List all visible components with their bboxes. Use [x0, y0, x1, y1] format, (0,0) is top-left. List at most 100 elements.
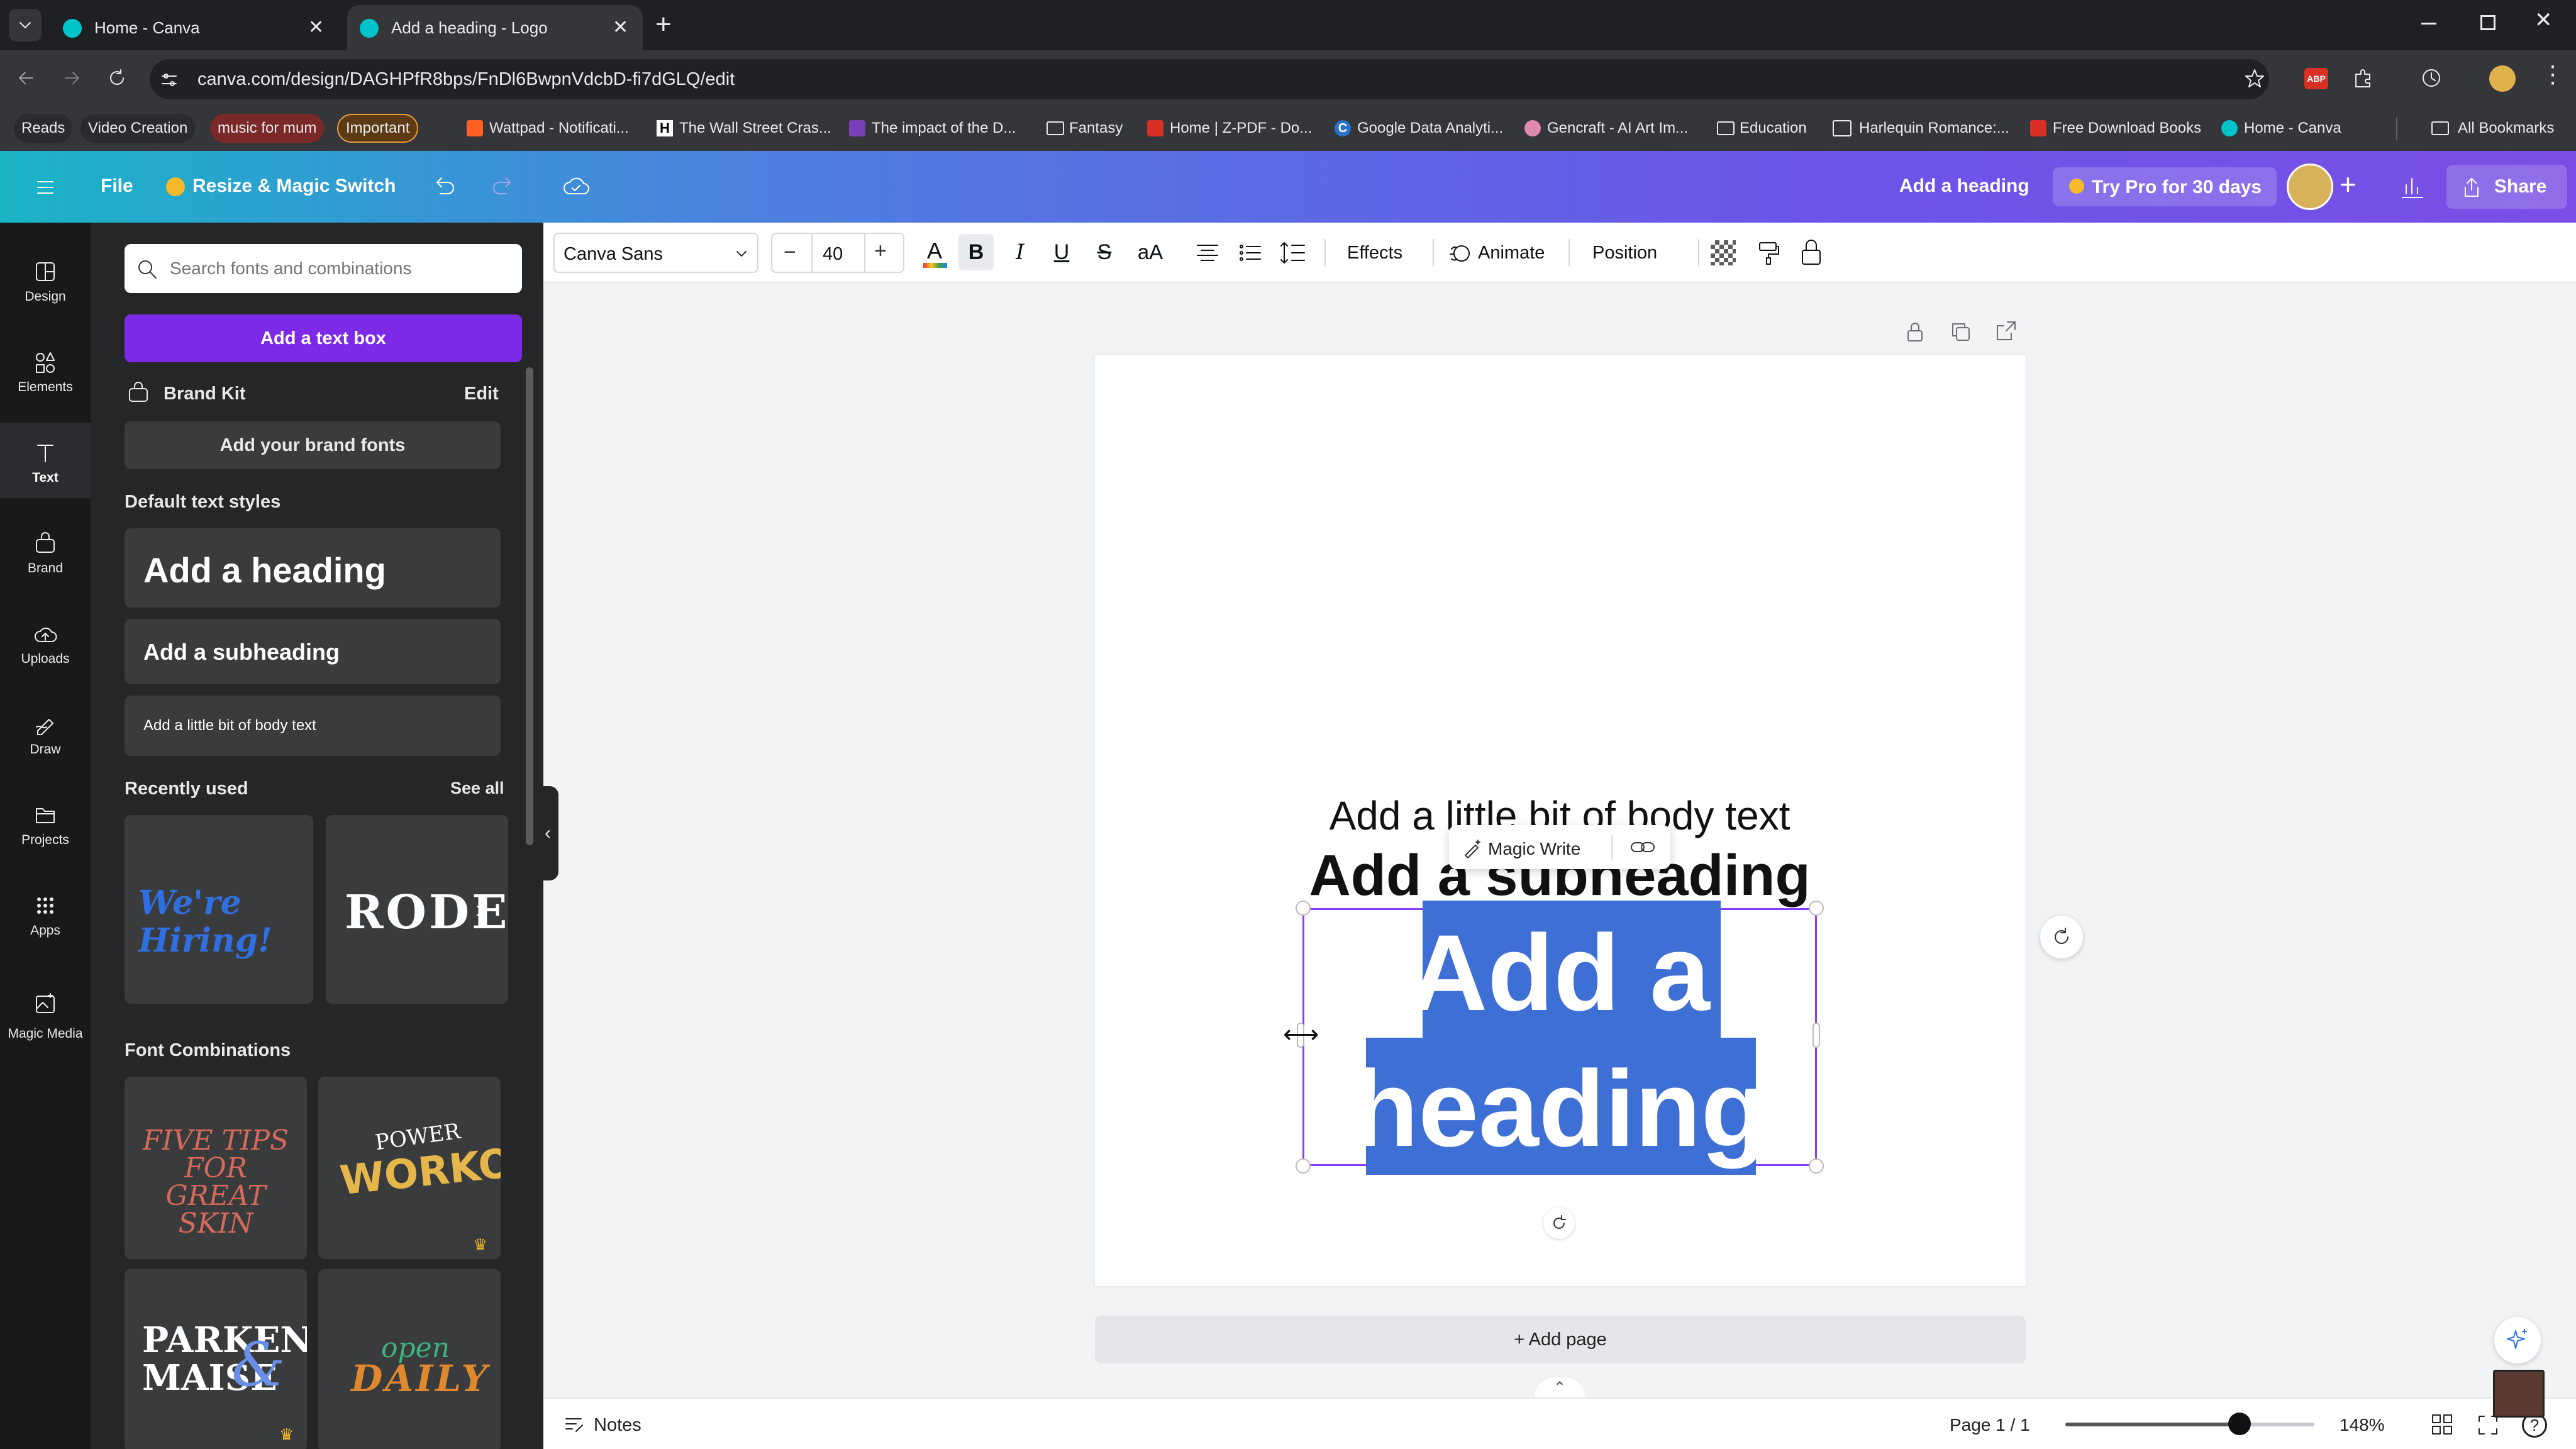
font-search-box[interactable]	[125, 244, 522, 293]
canvas-heading-line2[interactable]: heading	[1304, 1049, 1815, 1169]
bookmark-home-canva[interactable]: Home - Canva	[2219, 114, 2341, 143]
chrome-menu-icon[interactable]: ⋮	[2541, 63, 2565, 87]
rail-elements[interactable]: Elements	[0, 332, 91, 408]
zoom-slider[interactable]	[2065, 1413, 2314, 1435]
history-icon[interactable]	[2420, 67, 2443, 89]
lock-icon[interactable]	[1797, 238, 1825, 267]
all-bookmarks[interactable]: All Bookmarks	[2429, 114, 2554, 143]
extensions-puzzle-icon[interactable]	[2352, 67, 2375, 89]
cloud-saved-icon[interactable]	[562, 174, 590, 199]
see-all-link[interactable]: See all	[450, 779, 504, 798]
resize-handle-right[interactable]	[1813, 1023, 1820, 1048]
user-avatar[interactable]	[2287, 164, 2333, 210]
adblock-extension-icon[interactable]: ABP	[2304, 68, 2328, 89]
magic-write-button[interactable]: Magic Write	[1458, 831, 1604, 863]
combo-parken-maise[interactable]: PARKEN MAISE & ♛	[125, 1269, 307, 1449]
copy-style-paint-roller-icon[interactable]	[1755, 239, 1782, 267]
profile-avatar[interactable]	[2489, 65, 2516, 92]
bookmark-music-for-mum[interactable]: music for mum	[210, 114, 325, 143]
line-spacing-icon[interactable]	[1279, 239, 1307, 267]
add-brand-fonts-button[interactable]: Add your brand fonts	[125, 421, 501, 469]
rail-draw[interactable]: Draw	[0, 694, 91, 770]
canvas-heading-line1[interactable]: Add a	[1304, 913, 1815, 1033]
reload-icon[interactable]	[107, 68, 127, 88]
site-info-icon[interactable]	[160, 70, 179, 89]
design-title[interactable]: Add a heading	[1899, 175, 2029, 197]
font-search-input[interactable]	[170, 252, 509, 286]
bookmark-free-download[interactable]: Free Download Books	[2028, 114, 2201, 143]
tab-home-canva[interactable]: Home - Canva ✕	[50, 5, 340, 50]
rail-brand[interactable]: Brand	[0, 513, 91, 589]
effects-button[interactable]: Effects	[1347, 243, 1402, 264]
bold-button[interactable]: B	[958, 234, 994, 270]
url-text[interactable]: canva.com/design/DAGHPfR8bps/FnDl6BwpnVd…	[197, 69, 735, 90]
bookmark-important[interactable]: Important	[337, 114, 419, 143]
bookmark-zpdf[interactable]: Home | Z-PDF - Do...	[1145, 114, 1312, 143]
resize-handle-tl[interactable]	[1296, 901, 1311, 916]
animate-button[interactable]: Animate	[1446, 236, 1560, 269]
bookmark-education[interactable]: Education	[1714, 114, 1807, 143]
rail-projects[interactable]: Projects	[0, 785, 91, 860]
tab-add-a-heading[interactable]: Add a heading - Logo ✕	[347, 5, 643, 50]
page-lock-icon[interactable]	[1904, 321, 1926, 343]
share-button[interactable]: Share	[2446, 165, 2567, 209]
resize-handle-tr[interactable]	[1809, 901, 1824, 916]
letter-case-button[interactable]: aA	[1128, 234, 1172, 270]
bookmark-star-icon[interactable]	[2244, 68, 2265, 89]
tab-search-button[interactable]	[9, 9, 42, 42]
resize-handle-bl[interactable]	[1296, 1158, 1311, 1174]
bookmark-impact[interactable]: The impact of the D...	[847, 114, 1016, 143]
show-pages-handle[interactable]: ⌃	[1535, 1377, 1585, 1397]
close-icon[interactable]: ✕	[613, 16, 628, 38]
underline-button[interactable]: U	[1044, 234, 1079, 270]
invite-plus-icon[interactable]: +	[2340, 167, 2357, 201]
resize-magic-switch-button[interactable]: Resize & Magic Switch	[164, 170, 396, 205]
add-page-button[interactable]: + Add page	[1095, 1316, 2026, 1363]
carousel-next-arrow[interactable]: ›	[475, 888, 503, 931]
undo-icon[interactable]	[431, 174, 457, 199]
rail-magic-media[interactable]: Magic Media	[0, 966, 91, 1054]
bullet-list-icon[interactable]	[1236, 239, 1264, 267]
omnibox[interactable]: canva.com/design/DAGHPfR8bps/FnDl6BwpnVd…	[150, 59, 2269, 99]
collapse-panel-handle[interactable]: ‹	[537, 786, 558, 880]
refresh-assistant-button[interactable]	[2040, 916, 2083, 958]
close-icon[interactable]: ✕	[308, 16, 324, 38]
insights-chart-icon[interactable]	[2399, 174, 2425, 200]
panel-scrollbar[interactable]	[526, 367, 533, 845]
try-pro-button[interactable]: Try Pro for 30 days	[2053, 167, 2277, 206]
new-tab-plus-icon[interactable]: +	[655, 9, 672, 40]
bookmark-wall-street[interactable]: H The Wall Street Cras...	[654, 114, 831, 143]
bookmark-harlequin[interactable]: Harlequin Romance:...	[1830, 114, 2009, 143]
align-center-icon[interactable]	[1194, 239, 1221, 267]
rail-uploads[interactable]: Uploads	[0, 604, 91, 679]
combo-open-daily[interactable]: open DAILY	[318, 1269, 501, 1449]
bookmark-google-data[interactable]: C Google Data Analyti...	[1332, 114, 1503, 143]
position-button[interactable]: Position	[1592, 243, 1657, 264]
bookmark-fantasy[interactable]: Fantasy	[1044, 114, 1123, 143]
bookmark-reads[interactable]: Reads	[14, 114, 73, 143]
grid-view-icon[interactable]	[2429, 1411, 2455, 1438]
add-text-box-button[interactable]: Add a text box	[125, 314, 522, 362]
duplicate-page-icon[interactable]	[1950, 321, 1972, 343]
resize-handle-br[interactable]	[1809, 1158, 1824, 1174]
bookmark-wattpad[interactable]: Wattpad - Notificati...	[464, 114, 629, 143]
brand-kit-edit-link[interactable]: Edit	[464, 384, 499, 404]
decrease-font-size-button[interactable]: −	[784, 240, 796, 265]
recent-were-hiring[interactable]: We're Hiring!	[125, 815, 313, 1004]
minimize-icon[interactable]	[2421, 23, 2436, 25]
rail-text[interactable]: Text	[0, 423, 91, 498]
zoom-level[interactable]: 148%	[2340, 1415, 2385, 1435]
add-body-text-style[interactable]: Add a little bit of body text	[125, 696, 501, 756]
combo-power-workout[interactable]: POWER WORKOUT ♛	[318, 1077, 501, 1259]
text-color-button[interactable]: A	[921, 236, 950, 269]
restore-icon[interactable]	[2480, 15, 2496, 30]
file-menu[interactable]: File	[101, 175, 133, 197]
font-size-value[interactable]: 40	[823, 244, 843, 265]
increase-font-size-button[interactable]: +	[874, 239, 887, 264]
combo-five-tips[interactable]: FIVE TIPS FOR GREAT SKIN	[125, 1077, 307, 1259]
zoom-slider-knob[interactable]	[2228, 1413, 2251, 1435]
rotate-handle[interactable]	[1543, 1208, 1575, 1239]
transparency-icon[interactable]	[1711, 240, 1736, 265]
bookmark-gencraft[interactable]: Gencraft - AI Art Im...	[1522, 114, 1688, 143]
page-indicator[interactable]: Page 1 / 1	[1950, 1415, 2030, 1435]
